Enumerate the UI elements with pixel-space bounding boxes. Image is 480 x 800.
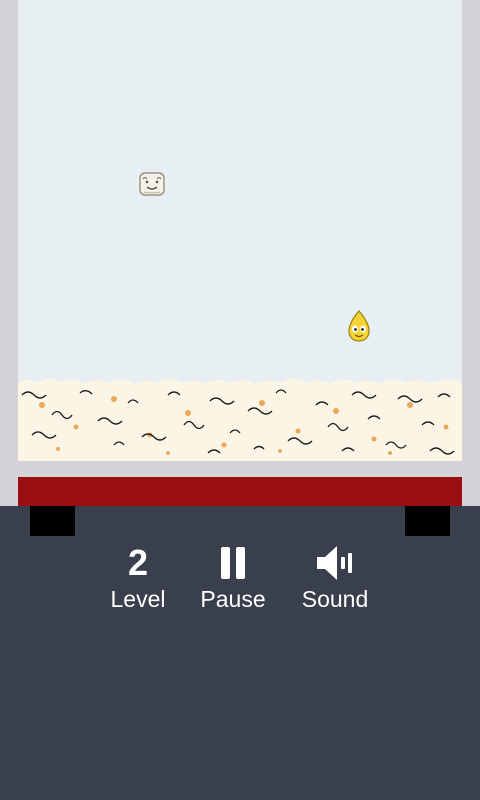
level-number: 2 [127,542,149,583]
pause-button[interactable]: Pause [178,538,288,612]
sound-button[interactable]: Sound [280,538,390,612]
pause-icon [221,547,245,579]
pause-label: Pause [200,586,266,612]
level-indicator: 2 Level [83,538,193,612]
level-label: Level [110,586,166,612]
controls-panel: 2 Level Pause Sound [0,538,480,618]
game-area[interactable] [0,0,480,506]
red-bar [18,477,462,506]
speaker-icon [317,546,352,580]
popcorn-kernel-icon [348,310,370,342]
left-foot [30,506,75,536]
marshmallow-icon [139,172,165,196]
play-field[interactable] [18,0,462,461]
sound-label: Sound [301,586,369,612]
right-foot [405,506,450,536]
popcorn-pile [18,378,462,461]
